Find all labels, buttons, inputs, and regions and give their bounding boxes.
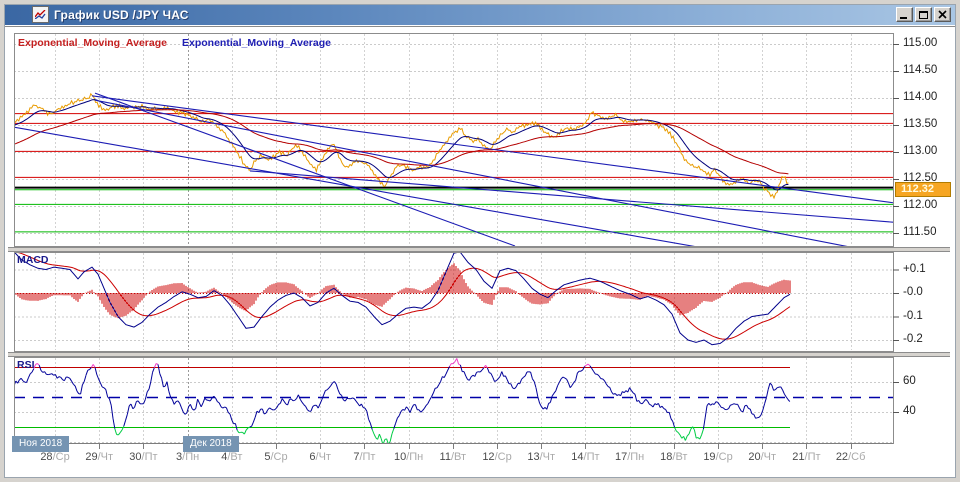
window-title: График USD /JPY ЧАС (54, 8, 894, 22)
maximize-button[interactable] (915, 7, 932, 22)
panel-splitter-macd-rsi[interactable] (8, 352, 950, 357)
chart-icon (32, 6, 49, 23)
panel-splitter-main-macd[interactable] (8, 247, 950, 252)
rsi-line (14, 358, 790, 445)
price-series (14, 94, 788, 198)
minimize-button[interactable] (896, 7, 913, 22)
ema-slow-line (14, 110, 788, 174)
gridlines (14, 34, 893, 443)
macd-histogram (14, 263, 790, 318)
price-chart-canvas[interactable] (0, 0, 960, 482)
chart-window: График USD /JPY ЧАС Exponential_Moving_A… (0, 0, 960, 482)
close-button[interactable] (934, 7, 951, 22)
title-bar[interactable]: График USD /JPY ЧАС (4, 4, 956, 25)
